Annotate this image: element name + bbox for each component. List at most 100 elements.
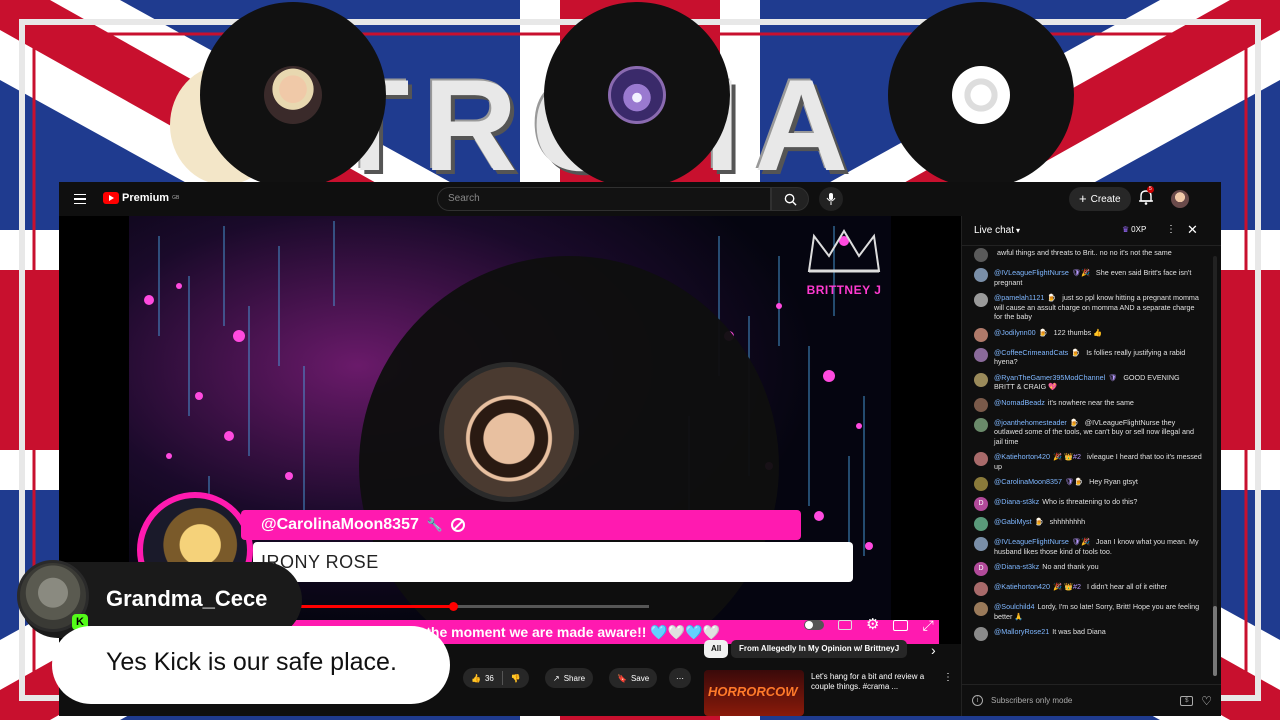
- chat-badge: 🍺: [1038, 327, 1048, 337]
- search-input[interactable]: Search: [437, 187, 771, 211]
- guest-avatar-circle-3: [888, 2, 1074, 188]
- chat-username[interactable]: @CarolinaMoon8357: [994, 477, 1062, 486]
- chat-avatar[interactable]: [974, 417, 988, 432]
- more-actions-button[interactable]: ⋯: [669, 668, 691, 688]
- chat-avatar[interactable]: [974, 517, 988, 531]
- chevron-right-icon[interactable]: ›: [931, 642, 936, 658]
- live-chat-title[interactable]: Live chat: [974, 225, 1014, 236]
- chat-avatar[interactable]: [974, 293, 988, 307]
- dollar-icon[interactable]: $: [1180, 695, 1194, 706]
- info-icon[interactable]: i: [972, 695, 983, 706]
- chat-avatar[interactable]: [974, 397, 988, 412]
- fullscreen-icon[interactable]: ⤢: [922, 618, 933, 632]
- chat-badge: 🍺: [1069, 417, 1079, 427]
- filter-chip-all[interactable]: All: [704, 640, 729, 658]
- chat-username[interactable]: @Diana-st3kz: [994, 562, 1039, 571]
- chat-message-body: @pamelah1121 🍺 just so ppl know hitting a …: [994, 293, 1202, 322]
- chat-message-body: @CoffeeCrimeandCats 🍺 Is follies really ju…: [994, 348, 1202, 367]
- chat-avatar[interactable]: [974, 347, 988, 362]
- chat-badge: 🛡🎉: [1071, 537, 1090, 546]
- dislike-icon[interactable]: 👎: [511, 674, 521, 683]
- chat-message: @Soulchild4 Lordy, I'm so late! Sorry, Br…: [974, 602, 1202, 621]
- chat-message: awful things and threats to Brit.. no no…: [974, 248, 1202, 262]
- chat-avatar[interactable]: [974, 602, 988, 616]
- chat-avatar[interactable]: [974, 537, 988, 551]
- chat-username[interactable]: @RyanTheGamer395ModChannel: [994, 373, 1105, 382]
- progress-bar[interactable]: [259, 602, 649, 611]
- chat-username[interactable]: @Katiehorton420: [994, 582, 1050, 591]
- youtube-header: Premium GB Search + Create 5: [59, 182, 1221, 216]
- chevron-down-icon[interactable]: ▾: [1016, 226, 1020, 235]
- settings-icon[interactable]: ⚙: [866, 617, 879, 632]
- chat-avatar[interactable]: [974, 327, 988, 342]
- autoplay-toggle[interactable]: [804, 620, 824, 630]
- chat-username[interactable]: @Diana-st3kz: [994, 497, 1039, 506]
- more-icon[interactable]: ⋮: [1166, 224, 1176, 235]
- chat-message: @pamelah1121 🍺 just so ppl know hitting a …: [974, 293, 1202, 322]
- chat-avatar[interactable]: [974, 452, 988, 466]
- chat-username[interactable]: @IVLeagueFlightNurse: [994, 537, 1069, 546]
- chat-input[interactable]: Subscribers only mode: [991, 696, 1172, 705]
- chat-text: No and thank you: [1042, 562, 1099, 571]
- youtube-logo[interactable]: Premium GB: [103, 192, 179, 204]
- guest-handle: @CarolinaMoon8357: [261, 516, 419, 533]
- chat-avatar[interactable]: [974, 627, 988, 641]
- chat-username[interactable]: @Jodilynn00: [994, 328, 1036, 337]
- chat-username[interactable]: @Soulchild4: [994, 602, 1034, 611]
- crown-icon: [807, 229, 881, 273]
- channel-logo-text: BRITTNEY J: [806, 283, 882, 297]
- search-icon: [784, 193, 797, 206]
- chat-username[interactable]: @IVLeagueFlightNurse: [994, 268, 1069, 277]
- voice-search-button[interactable]: [819, 187, 843, 211]
- chat-username[interactable]: @pamelah1121: [994, 293, 1044, 302]
- subtitles-icon[interactable]: [838, 620, 852, 630]
- share-button[interactable]: ↗ Share: [545, 668, 594, 688]
- menu-icon[interactable]: [73, 192, 87, 206]
- chat-username[interactable]: @GabiMyst: [994, 517, 1032, 526]
- chat-username[interactable]: @joanthehomesteader: [994, 418, 1067, 427]
- chat-avatar[interactable]: [974, 372, 988, 387]
- brand-region: GB: [172, 195, 180, 201]
- save-button[interactable]: 🔖 Save: [609, 668, 658, 688]
- like-button[interactable]: 👍 36 👎: [463, 668, 529, 688]
- chat-avatar[interactable]: D: [974, 497, 988, 511]
- heart-icon[interactable]: ♡: [1201, 694, 1212, 708]
- chat-scrollbar[interactable]: [1213, 256, 1217, 676]
- kick-username: Grandma_Cece: [106, 586, 268, 611]
- chat-text: awful things and threats to Brit.. no no…: [997, 248, 1172, 257]
- chat-username[interactable]: @NomadBeadz: [994, 398, 1045, 407]
- chat-text: it's nowhere near the same: [1047, 397, 1134, 407]
- create-label: Create: [1090, 193, 1121, 205]
- miniplayer-icon[interactable]: [893, 619, 909, 631]
- close-icon[interactable]: ✕: [1187, 222, 1198, 238]
- reco-title[interactable]: Let's hang for a bit and review a couple…: [811, 672, 941, 692]
- chat-text: I didn't hear all of it either: [1086, 582, 1168, 591]
- chat-username[interactable]: @CoffeeCrimeandCats: [994, 348, 1068, 357]
- plus-icon: +: [1079, 191, 1087, 206]
- chat-badge: 🍺: [1034, 517, 1044, 526]
- wrench-icon: 🔧: [426, 517, 444, 532]
- chat-avatar[interactable]: D: [974, 562, 988, 576]
- crown-icon: ♛: [1122, 225, 1130, 234]
- kick-message-text: Yes Kick is our safe place.: [106, 648, 397, 676]
- reco-more-icon[interactable]: ⋮: [943, 672, 953, 683]
- chat-message-body: @CarolinaMoon8357 🛡🍺 Hey Ryan gtsyt: [994, 477, 1138, 491]
- points-badge[interactable]: ♛ 0XP: [1122, 225, 1146, 234]
- account-avatar[interactable]: [1171, 190, 1189, 208]
- chat-username[interactable]: @Katiehorton420: [994, 452, 1050, 461]
- chat-message: D @Diana-st3kz Who is threatening to do th…: [974, 497, 1202, 511]
- chat-message: @IVLeagueFlightNurse 🛡🎉 She even said Brit…: [974, 268, 1202, 287]
- notifications-button[interactable]: 5: [1139, 186, 1157, 208]
- progress-handle[interactable]: [449, 602, 458, 611]
- create-button[interactable]: + Create: [1069, 187, 1131, 211]
- chat-avatar[interactable]: [974, 268, 988, 282]
- chat-message-body: @IVLeagueFlightNurse 🛡🎉 Joan I know what y…: [994, 537, 1202, 556]
- filter-chip-from[interactable]: From Allegedly In My Opinion w/ Brittney…: [731, 640, 908, 658]
- chat-avatar[interactable]: [974, 582, 988, 596]
- reco-thumbnail[interactable]: HORRORCOW: [704, 670, 804, 716]
- chat-message-body: @Katiehorton420 🎉 👑#2 ivleague I heard tha…: [994, 452, 1202, 471]
- chat-avatar[interactable]: [974, 477, 988, 491]
- search-button[interactable]: [771, 187, 809, 211]
- chat-avatar[interactable]: [974, 248, 988, 262]
- chat-username[interactable]: @MalloryRose21: [994, 627, 1049, 636]
